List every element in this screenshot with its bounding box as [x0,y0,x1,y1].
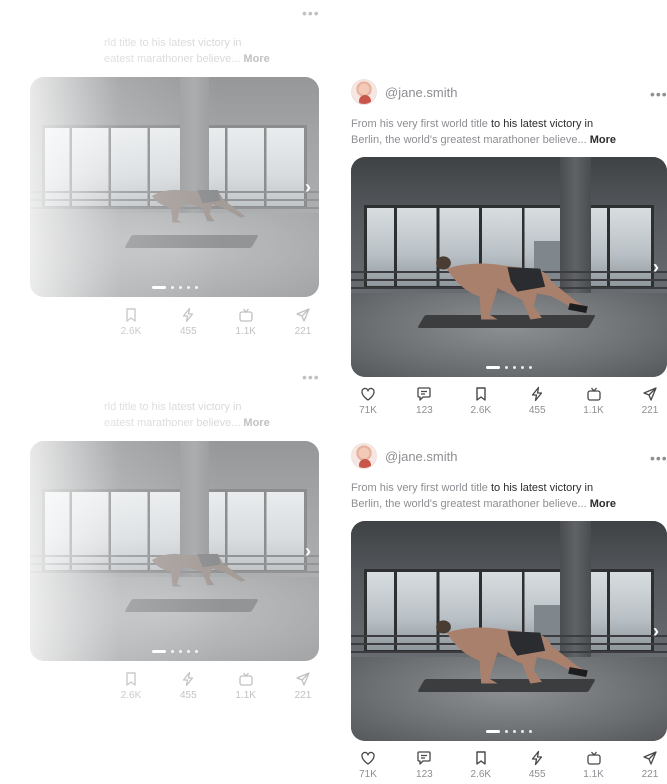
post-header: @jane.smith [351,79,457,105]
lightning-icon [183,671,194,687]
comment-action[interactable]: 123 [407,386,441,416]
bookmark-icon [126,672,136,686]
ghost-boost-action[interactable]: 455 [171,671,205,701]
bookmark-icon [476,387,486,401]
ghost-boost-action[interactable]: 455 [171,307,205,337]
athlete-image [436,620,588,684]
action-bar: 71K 123 2.6K 455 1.1K 221 [351,750,667,780]
heart-icon [361,387,375,401]
post-header: @jane.smith [351,443,457,469]
send-icon [296,672,310,686]
chevron-right-icon[interactable]: › [305,542,311,560]
more-link[interactable]: More [590,134,616,146]
share-action[interactable]: 221 [633,386,667,416]
chevron-right-icon[interactable]: › [653,622,659,640]
view-action[interactable]: 1.1K [577,386,611,416]
comment-icon [417,751,432,765]
ghost-action-bar: 2.6K 455 1.1K 221 [114,671,320,701]
username[interactable]: @jane.smith [385,449,457,464]
ghost-save-action[interactable]: 2.6K [114,671,148,701]
chevron-right-icon[interactable]: › [653,258,659,276]
lightning-icon [532,750,543,766]
avatar[interactable] [351,443,377,469]
ghost-post-card-1: ••• rld title to his latest victory in e… [0,0,330,345]
carousel-indicator [351,366,667,369]
carousel-indicator [351,730,667,733]
ghost-view-action[interactable]: 1.1K [229,307,263,337]
send-icon [643,387,657,401]
bookmark-icon [476,751,486,765]
ghost-post-card-2: ••• rld title to his latest victory in e… [0,364,330,709]
more-horizontal-icon[interactable]: ••• [650,87,667,101]
action-bar: 71K 123 2.6K 455 1.1K 221 [351,386,667,416]
lightning-icon [532,386,543,402]
share-action[interactable]: 221 [633,750,667,780]
lightning-icon [183,307,194,323]
more-horizontal-icon[interactable]: ••• [650,451,667,465]
post-caption: From his very first world title to his l… [351,482,616,510]
ghost-share-action[interactable]: 221 [286,671,320,701]
chevron-right-icon[interactable]: › [305,178,311,196]
tv-icon [239,672,253,686]
save-action[interactable]: 2.6K [464,750,498,780]
comment-icon [417,387,432,401]
post-card-1: @jane.smith ••• From his very first worl… [351,79,667,419]
username[interactable]: @jane.smith [385,85,457,100]
ghost-post-image[interactable]: › [30,441,319,661]
athlete-image [436,256,588,320]
athlete-image [152,553,246,587]
send-icon [643,751,657,765]
carousel-indicator [30,650,319,653]
post-card-2: @jane.smith ••• From his very first worl… [351,443,667,783]
ghost-share-action[interactable]: 221 [286,307,320,337]
comment-action[interactable]: 123 [407,750,441,780]
like-action[interactable]: 71K [351,750,385,780]
ghost-save-action[interactable]: 2.6K [114,307,148,337]
tv-icon [586,387,601,401]
more-horizontal-icon[interactable]: ••• [302,370,320,384]
ghost-post-image[interactable]: › [30,77,319,297]
post-image[interactable]: › [351,157,667,377]
view-action[interactable]: 1.1K [577,750,611,780]
bookmark-icon [126,308,136,322]
carousel-indicator [30,286,319,289]
ghost-more-link[interactable]: More [243,417,269,429]
boost-action[interactable]: 455 [520,750,554,780]
more-link[interactable]: More [590,498,616,510]
post-caption: From his very first world title to his l… [351,118,616,146]
ghost-post-caption: rld title to his latest victory in eates… [104,37,270,65]
send-icon [296,308,310,322]
like-action[interactable]: 71K [351,386,385,416]
save-action[interactable]: 2.6K [464,386,498,416]
ghost-post-caption: rld title to his latest victory in eates… [104,401,270,429]
tv-icon [239,308,253,322]
ghost-action-bar: 2.6K 455 1.1K 221 [114,307,320,337]
ghost-more-link[interactable]: More [243,53,269,65]
tv-icon [586,751,601,765]
post-image[interactable]: › [351,521,667,741]
avatar[interactable] [351,79,377,105]
athlete-image [152,189,246,223]
boost-action[interactable]: 455 [520,386,554,416]
heart-icon [361,751,375,765]
ghost-view-action[interactable]: 1.1K [229,671,263,701]
more-horizontal-icon[interactable]: ••• [302,6,320,20]
